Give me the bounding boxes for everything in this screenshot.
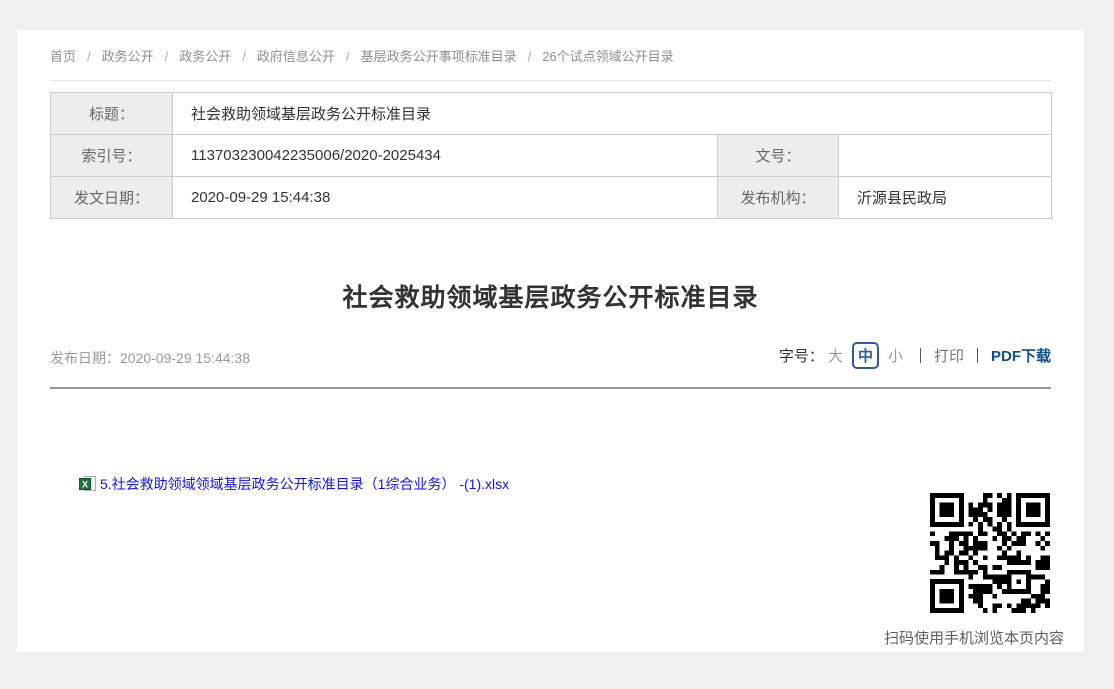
document-meta-table: 标题： 社会救助领域基层政务公开标准目录 索引号： 11370323004223… [50, 92, 1052, 219]
qr-code [930, 493, 1050, 613]
meta-value-issue-date: 2020-09-29 15:44:38 [173, 177, 718, 219]
breadcrumb-separator: / [87, 49, 91, 64]
excel-file-icon: X [79, 476, 96, 492]
attachment-link[interactable]: 5.社会救助领域领域基层政务公开标准目录（1综合业务） -(1).xlsx [100, 474, 509, 494]
breadcrumb-separator: / [528, 49, 532, 64]
page-title: 社会救助领域基层政务公开标准目录 [50, 282, 1051, 314]
content-card: 首页 / 政务公开 / 政务公开 / 政府信息公开 / 基层政务公开事项标准目录 / 26个试点领域… [17, 30, 1084, 652]
toolbar-divider [977, 348, 978, 363]
publish-date-label: 发布日期： [50, 350, 120, 366]
meta-value-title: 社会救助领域基层政务公开标准目录 [173, 93, 1052, 135]
breadcrumb-gov-info[interactable]: 政府信息公开 [257, 49, 335, 64]
pdf-download-button[interactable]: PDF下载 [991, 345, 1051, 366]
meta-value-issuing-agency: 沂源县民政局 [839, 177, 1052, 219]
publish-date-value: 2020-09-29 15:44:38 [120, 350, 250, 366]
table-row: 索引号： 113703230042235006/2020-2025434 文号： [51, 135, 1052, 177]
breadcrumb: 首页 / 政务公开 / 政务公开 / 政府信息公开 / 基层政务公开事项标准目录 / 26个试点领域… [50, 47, 1051, 81]
article-toolbar: 字号： 大 中 小 打印 PDF下载 [779, 341, 1051, 369]
meta-label-issue-date: 发文日期： [51, 177, 173, 219]
print-button[interactable]: 打印 [934, 345, 964, 366]
breadcrumb-standard-catalog[interactable]: 基层政务公开事项标准目录 [361, 49, 517, 64]
meta-label-index-number: 索引号： [51, 135, 173, 177]
meta-label-issuing-agency: 发布机构： [718, 177, 839, 219]
font-size-small-button[interactable]: 小 [888, 345, 903, 366]
breadcrumb-zhengwu-2[interactable]: 政务公开 [179, 49, 231, 64]
header-divider [50, 387, 1051, 389]
breadcrumb-separator: / [346, 49, 350, 64]
breadcrumb-separator: / [242, 49, 246, 64]
breadcrumb-separator: / [165, 49, 169, 64]
qr-caption: 扫码使用手机浏览本页内容 [884, 627, 1064, 648]
font-size-large-button[interactable]: 大 [828, 345, 843, 366]
breadcrumb-home[interactable]: 首页 [50, 49, 76, 64]
table-row: 标题： 社会救助领域基层政务公开标准目录 [51, 93, 1052, 135]
meta-value-index-number: 113703230042235006/2020-2025434 [173, 135, 718, 177]
toolbar-divider [920, 348, 921, 363]
publish-date: 发布日期：2020-09-29 15:44:38 [50, 347, 250, 369]
attachment-row: X 5.社会救助领域领域基层政务公开标准目录（1综合业务） -(1).xlsx [79, 474, 509, 494]
breadcrumb-pilot-catalog[interactable]: 26个试点领域公开目录 [542, 49, 673, 64]
font-size-label: 字号： [779, 345, 824, 366]
meta-label-title: 标题： [51, 93, 173, 135]
svg-text:X: X [82, 480, 88, 490]
breadcrumb-zhengwu-1[interactable]: 政务公开 [102, 49, 154, 64]
meta-value-doc-number [839, 135, 1052, 177]
meta-label-doc-number: 文号： [718, 135, 839, 177]
font-size-medium-button[interactable]: 中 [852, 342, 879, 369]
table-row: 发文日期： 2020-09-29 15:44:38 发布机构： 沂源县民政局 [51, 177, 1052, 219]
